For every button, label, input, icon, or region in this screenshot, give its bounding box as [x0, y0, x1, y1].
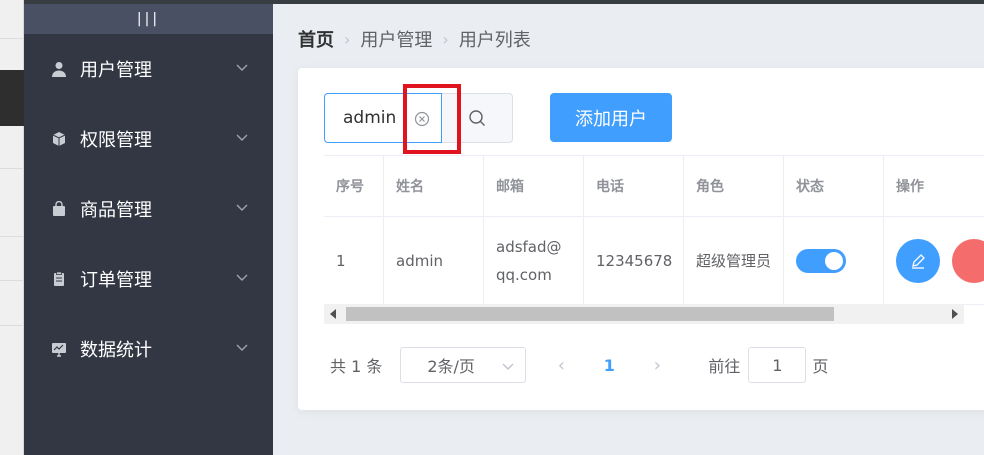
cell-index: 1: [324, 217, 384, 304]
column-header: 角色: [684, 156, 784, 216]
column-header: 电话: [584, 156, 684, 216]
next-page-button[interactable]: ›: [632, 355, 682, 376]
search-input-value: admin: [343, 108, 397, 128]
divider: [0, 168, 24, 169]
divider: [0, 38, 24, 39]
user-icon: [50, 60, 68, 78]
page-size-value: 2条/页: [427, 357, 475, 376]
pencil-icon: [912, 253, 925, 269]
divider: [0, 236, 24, 237]
chevron-down-icon: [236, 344, 248, 351]
delete-button[interactable]: [952, 238, 984, 283]
main-content: 首页 › 用户管理 › 用户列表 admin 添加用户 序号 姓名 邮箱 电话 …: [273, 4, 984, 455]
chevron-right-icon: ›: [344, 29, 351, 49]
chevron-down-icon: [236, 134, 248, 141]
sidebar-toggle-button[interactable]: |||: [24, 4, 273, 34]
box-icon: [50, 130, 68, 148]
chevron-down-icon: [502, 363, 514, 370]
table-header-row: 序号 姓名 邮箱 电话 角色 状态 操作: [324, 156, 984, 217]
page-number-current[interactable]: 1: [586, 356, 632, 375]
sidebar-item-statistics[interactable]: 数据统计: [24, 314, 273, 384]
user-table: 序号 姓名 邮箱 电话 角色 状态 操作 1 admin adsfad@qq.c…: [324, 155, 984, 305]
cell-status: [784, 217, 884, 304]
pagination: 共 1 条 2条/页 ‹ 1 › 前往 1 页: [330, 347, 828, 383]
sidebar-item-label: 商品管理: [80, 200, 152, 221]
cell-role: 超级管理员: [684, 217, 784, 304]
sidebar-item-products[interactable]: 商品管理: [24, 174, 273, 244]
breadcrumb-user-management: 用户管理: [360, 30, 433, 51]
scroll-right-icon[interactable]: [952, 309, 958, 319]
sidebar-item-label: 数据统计: [80, 340, 152, 361]
horizontal-scrollbar[interactable]: [324, 304, 964, 324]
goto-label: 前往: [708, 357, 741, 376]
search-button[interactable]: [442, 93, 513, 143]
edit-button[interactable]: [896, 238, 940, 283]
shopping-bag-icon: [50, 200, 68, 218]
sidebar-item-label: 订单管理: [80, 270, 152, 291]
status-toggle[interactable]: [796, 248, 846, 273]
column-header: 状态: [784, 156, 884, 216]
cell-name: admin: [384, 217, 484, 304]
chevron-right-icon: ›: [442, 29, 449, 49]
chart-monitor-icon: [50, 340, 68, 358]
cell-email: adsfad@qq.com: [484, 217, 584, 304]
search-icon: [469, 110, 485, 126]
search-group: admin: [324, 93, 513, 143]
toggle-knob: [825, 251, 843, 270]
goto-page-input[interactable]: 1: [748, 347, 807, 383]
sidebar: ||| 用户管理 权限管理 商品管理 订单管理 数据统计: [24, 4, 273, 455]
column-header: 序号: [324, 156, 384, 216]
breadcrumb: 首页 › 用户管理 › 用户列表: [298, 26, 531, 52]
user-list-card: admin 添加用户 序号 姓名 邮箱 电话 角色 状态 操作 1 admin …: [298, 68, 984, 410]
cell-actions: [884, 217, 984, 304]
prev-page-button[interactable]: ‹: [536, 355, 586, 376]
clipboard-icon: [50, 270, 68, 288]
sidebar-item-users[interactable]: 用户管理: [24, 34, 273, 104]
sidebar-item-permissions[interactable]: 权限管理: [24, 104, 273, 174]
column-header: 邮箱: [484, 156, 584, 216]
breadcrumb-user-list: 用户列表: [458, 30, 531, 51]
page-size-select[interactable]: 2条/页: [400, 347, 527, 383]
chevron-down-icon: [236, 64, 248, 71]
sidebar-item-label: 用户管理: [80, 60, 152, 81]
goto-page: 前往 1 页: [708, 347, 828, 383]
scroll-left-icon[interactable]: [330, 309, 336, 319]
chevron-down-icon: [236, 274, 248, 281]
scrollbar-thumb[interactable]: [346, 307, 834, 321]
divider: [0, 325, 24, 326]
pagination-total: 共 1 条: [330, 357, 383, 376]
background-window-strip: [0, 0, 24, 455]
goto-suffix: 页: [812, 357, 829, 376]
add-user-button[interactable]: 添加用户: [550, 93, 672, 142]
divider: [0, 280, 24, 281]
cell-phone: 12345678: [584, 217, 684, 304]
column-header: 姓名: [384, 156, 484, 216]
sidebar-item-orders[interactable]: 订单管理: [24, 244, 273, 314]
sidebar-item-label: 权限管理: [80, 130, 152, 151]
column-header: 操作: [896, 179, 924, 195]
search-input[interactable]: admin: [324, 93, 442, 143]
dark-band: [0, 70, 24, 126]
clear-icon[interactable]: [413, 110, 431, 128]
chevron-down-icon: [236, 204, 248, 211]
table-row: 1 admin adsfad@qq.com 12345678 超级管理员: [324, 217, 984, 305]
breadcrumb-home[interactable]: 首页: [298, 26, 334, 52]
